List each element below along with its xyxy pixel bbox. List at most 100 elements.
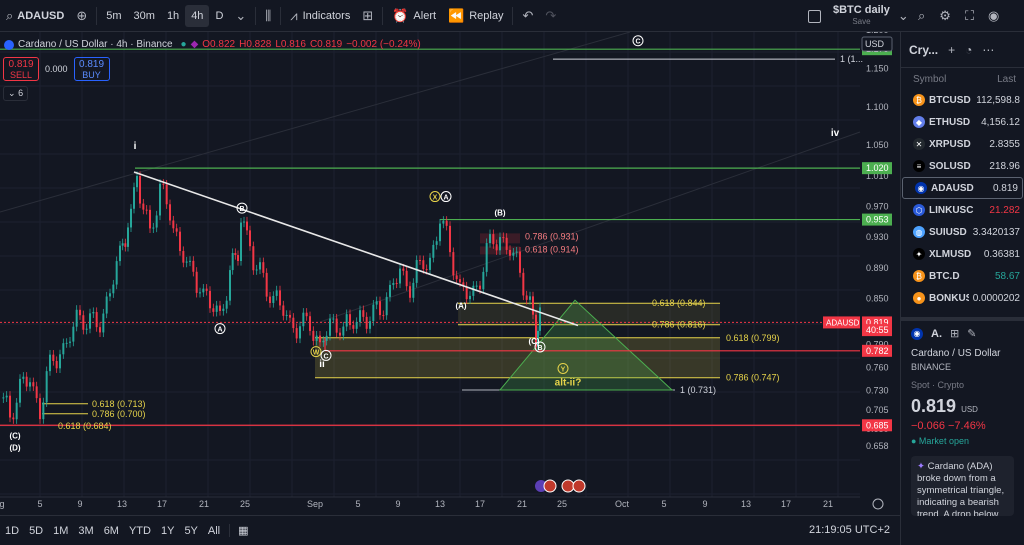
news-card[interactable]: ✦ Cardano (ADA) broke down from a symmet… bbox=[911, 456, 1014, 516]
buy-button[interactable]: 0.819 BUY bbox=[73, 57, 110, 81]
watchlist-row-adausd[interactable]: ◉ ADAUSD 0.819 bbox=[902, 177, 1023, 199]
candle-body bbox=[119, 245, 121, 262]
details-currency: USD bbox=[961, 405, 978, 414]
add-symbol-icon[interactable]: + bbox=[948, 43, 955, 57]
settings-icon[interactable]: ⚙ bbox=[939, 8, 951, 24]
camera-icon[interactable]: ◉ bbox=[988, 8, 999, 24]
layout-name[interactable]: $BTC daily Save bbox=[833, 5, 890, 27]
watchlist-row-btcusd[interactable]: ₿ BTCUSD 112,598.8 bbox=[901, 89, 1024, 111]
interval-5m[interactable]: 5m bbox=[100, 0, 127, 32]
chevron-down-icon[interactable]: ⌄ bbox=[898, 8, 909, 24]
chart-icon[interactable]: ◔ bbox=[965, 43, 972, 57]
indicators-button[interactable]: ⩘ Indicators bbox=[284, 0, 356, 32]
indicators-collapse[interactable]: ⌄ 6 bbox=[3, 86, 29, 101]
interval-dropdown[interactable]: ⌄ bbox=[229, 0, 252, 32]
event-us-flag-icon[interactable] bbox=[543, 479, 557, 493]
interval-d[interactable]: D bbox=[209, 0, 229, 32]
watchlist-symbol: BONKUS bbox=[929, 292, 969, 304]
chart-type-button[interactable]: ⫼ bbox=[259, 0, 277, 32]
legend-eye-icon[interactable]: ● bbox=[181, 39, 187, 50]
sell-button[interactable]: 0.819 SELL bbox=[3, 57, 39, 81]
time-axis-tick: 21 bbox=[517, 499, 527, 509]
price-axis-tick: 0.658 bbox=[866, 441, 889, 451]
candle-body bbox=[85, 328, 88, 330]
watchlist-symbol: LINKUSC bbox=[929, 204, 974, 216]
details-short[interactable]: A. bbox=[931, 328, 942, 340]
fib-label-0618-713: 0.618 (0.713) bbox=[92, 399, 146, 409]
templates-button[interactable]: ⊞ bbox=[356, 0, 379, 32]
chart-area[interactable]: 1.2001.1501.1001.0501.0100.9700.9300.890… bbox=[0, 32, 900, 515]
candle-body bbox=[322, 340, 325, 343]
range-5y[interactable]: 5Y bbox=[179, 525, 202, 537]
watchlist-row-solusd[interactable]: ≡ SOLUSD 218.96 bbox=[901, 155, 1024, 177]
watchlist-row-linkusc[interactable]: ⬡ LINKUSC 21.282 bbox=[901, 199, 1024, 221]
range-all[interactable]: All bbox=[203, 525, 225, 537]
range-ytd[interactable]: YTD bbox=[124, 525, 156, 537]
bottom-toolbar: 1D 5D 1M 3M 6M YTD 1Y 5Y All ▦ 21:19:05 … bbox=[0, 515, 900, 545]
alert-button[interactable]: ⏰ Alert bbox=[386, 0, 442, 32]
interval-1h[interactable]: 1h bbox=[161, 0, 185, 32]
more-icon[interactable]: ⋯ bbox=[982, 43, 994, 57]
candle-body bbox=[152, 227, 155, 229]
range-3m[interactable]: 3M bbox=[73, 525, 98, 537]
time-axis-tick: 13 bbox=[117, 499, 127, 509]
watchlist-row-xlmusd[interactable]: ✦ XLMUSD 0.36381 bbox=[901, 243, 1024, 265]
time-axis-tick: 21 bbox=[199, 499, 209, 509]
interval-30m[interactable]: 30m bbox=[128, 0, 161, 32]
quick-search-icon[interactable]: ⌕ bbox=[918, 8, 925, 24]
event-us-flag-icon[interactable] bbox=[572, 479, 586, 493]
range-1d[interactable]: 1D bbox=[0, 525, 24, 537]
range-1y[interactable]: 1Y bbox=[156, 525, 179, 537]
lot-size[interactable]: 0.000 bbox=[42, 64, 71, 74]
candle-body bbox=[345, 314, 348, 327]
candle-body bbox=[234, 253, 237, 256]
watchlist-row-suiusd[interactable]: ◍ SUIUSD 3.3420137 bbox=[901, 221, 1024, 243]
range-6m[interactable]: 6M bbox=[99, 525, 124, 537]
fib-label-0786-931: 0.786 (0.931) bbox=[525, 231, 579, 241]
event-us-flag-icon[interactable] bbox=[561, 479, 575, 493]
redo-button[interactable]: ↷ bbox=[539, 0, 562, 32]
layout-checkbox-icon[interactable] bbox=[808, 9, 821, 23]
watchlist-row-xrpusd[interactable]: ✕ XRPUSD 2.8355 bbox=[901, 133, 1024, 155]
indicators-label: Indicators bbox=[302, 9, 351, 22]
price-chart[interactable]: 1.2001.1501.1001.0501.0100.9700.9300.890… bbox=[0, 32, 900, 515]
news-text: Cardano (ADA) broke down from a symmetri… bbox=[917, 461, 1005, 516]
legend-share-icon[interactable]: ◆ bbox=[191, 39, 199, 50]
wave-label-c-bottom: (C) bbox=[9, 431, 20, 440]
fullscreen-icon[interactable]: ⛶ bbox=[965, 8, 974, 24]
range-5d[interactable]: 5D bbox=[24, 525, 48, 537]
watchlist-row-ethusd[interactable]: ◆ ETHUSD 4,156.12 bbox=[901, 111, 1024, 133]
range-1m[interactable]: 1M bbox=[48, 525, 73, 537]
axis-settings-icon[interactable] bbox=[872, 498, 884, 510]
candle-body bbox=[489, 234, 491, 244]
candle-body bbox=[225, 300, 228, 309]
col-symbol[interactable]: Symbol bbox=[913, 74, 946, 85]
xrpusd-logo-icon: ✕ bbox=[913, 138, 925, 150]
candle-body bbox=[482, 271, 485, 290]
watchlist-last: 0.36381 bbox=[983, 248, 1020, 260]
candle-body bbox=[352, 325, 355, 329]
date-range-icon[interactable]: ▦ bbox=[229, 524, 253, 537]
candle-body bbox=[5, 395, 8, 398]
interval-4h[interactable]: 4h bbox=[185, 4, 210, 27]
details-name[interactable]: Cardano / US Dollar bbox=[911, 348, 1014, 359]
candle-body bbox=[485, 243, 488, 272]
edit-icon[interactable]: ✎ bbox=[967, 327, 976, 340]
clock[interactable]: 21:19:05 UTC+2 bbox=[809, 524, 890, 536]
symbol-search[interactable]: ⌕ ADAUSD bbox=[0, 0, 70, 32]
wave-label-b1: B bbox=[239, 206, 244, 213]
col-last[interactable]: Last bbox=[997, 74, 1016, 85]
alert-label: Alert bbox=[413, 9, 437, 22]
watchlist-row-btcd[interactable]: ₿ BTC.D 58.67 bbox=[901, 265, 1024, 287]
grid-icon[interactable]: ⊞ bbox=[950, 327, 959, 340]
watchlist-title[interactable]: Cry... bbox=[909, 43, 938, 57]
compare-button[interactable]: ⊕ bbox=[70, 0, 93, 32]
watchlist-row-bonkus[interactable]: ● BONKUS 0.0000202 bbox=[901, 287, 1024, 309]
candle-body bbox=[502, 237, 505, 239]
search-icon: ⌕ bbox=[6, 7, 14, 23]
candle-body bbox=[475, 285, 478, 287]
time-axis-tick: 5 bbox=[661, 499, 666, 509]
undo-button[interactable]: ↶ bbox=[516, 0, 539, 32]
replay-button[interactable]: ⏪ Replay bbox=[442, 0, 509, 32]
watchlist-last: 4,156.12 bbox=[981, 116, 1020, 128]
